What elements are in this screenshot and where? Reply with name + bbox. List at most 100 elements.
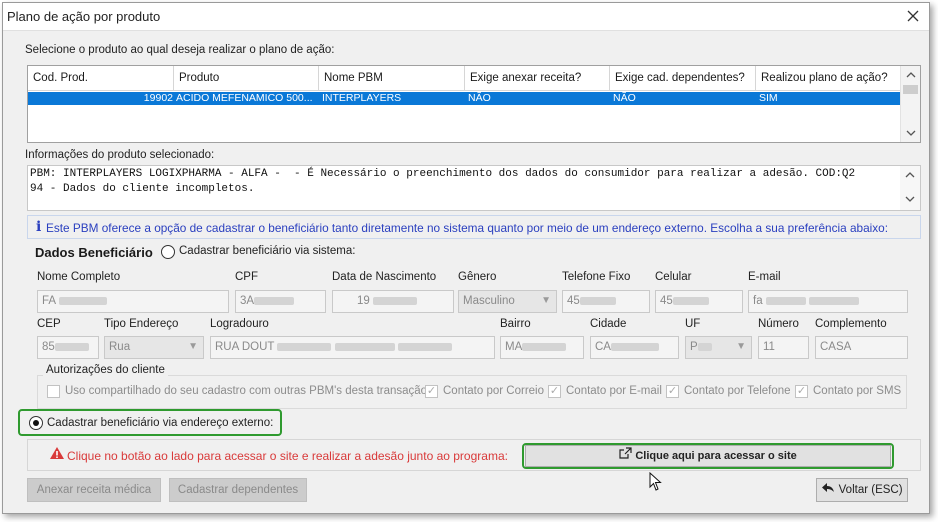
external-link-icon xyxy=(619,446,632,466)
label-nascimento: Data de Nascimento xyxy=(332,271,437,283)
table-row[interactable]: 19902 ACIDO MEFENAMICO 500... INTERPLAYE… xyxy=(28,92,900,105)
redacted-mark xyxy=(277,342,332,351)
chevron-down-icon: ▼ xyxy=(188,341,198,352)
chevron-up-icon[interactable] xyxy=(900,166,920,184)
nascimento-field[interactable]: 19 xyxy=(332,290,454,313)
chevron-up-icon[interactable] xyxy=(901,66,921,84)
label-email: E-mail xyxy=(748,271,781,283)
select-product-label: Selecione o produto ao qual deseja reali… xyxy=(25,44,335,56)
label-complemento: Complemento xyxy=(815,318,887,330)
telefone-field[interactable]: 45 xyxy=(562,290,650,313)
cidade-field[interactable]: CA xyxy=(590,336,679,359)
pbm-hint: i Este PBM oferece a opção de cadastrar … xyxy=(27,215,921,239)
chevron-down-icon[interactable] xyxy=(901,124,921,142)
label-bairro: Bairro xyxy=(500,318,531,330)
numero-field[interactable]: 11 xyxy=(758,336,809,359)
product-info-box[interactable]: PBM: INTERPLAYERS LOGIXPHARMA - ALFA - -… xyxy=(27,165,921,211)
scroll-thumb[interactable] xyxy=(903,85,918,94)
label-telefone: Telefone Fixo xyxy=(562,271,631,283)
complemento-field[interactable]: CASA xyxy=(815,336,908,359)
redacted-mark xyxy=(373,296,417,305)
contato-correio-checkbox[interactable]: ✓ xyxy=(425,385,438,398)
header-produto[interactable]: Produto xyxy=(174,66,319,91)
acessar-site-label: Clique aqui para acessar o site xyxy=(635,450,797,462)
anexar-receita-button[interactable]: Anexar receita médica xyxy=(27,478,161,502)
email-value: fa xyxy=(753,295,763,307)
cell-cod-prod: 19902 xyxy=(143,92,173,104)
genero-select[interactable]: Masculino ▼ xyxy=(458,290,557,313)
info-text: PBM: INTERPLAYERS LOGIXPHARMA - ALFA - -… xyxy=(30,167,855,197)
products-table: Cod. Prod. Produto Nome PBM Exige anexar… xyxy=(27,65,921,143)
cidade-value: CA xyxy=(595,341,611,353)
close-icon[interactable] xyxy=(903,6,923,26)
contato-sms-label: Contato por SMS xyxy=(813,385,902,397)
cpf-value: 3A xyxy=(240,295,255,307)
radio-via-sistema[interactable] xyxy=(161,245,175,259)
contato-email-checkbox[interactable]: ✓ xyxy=(548,385,561,398)
autorizacoes-title: Autorizações do cliente xyxy=(43,364,168,376)
redacted-mark xyxy=(334,342,395,351)
beneficiario-title: Dados Beneficiário xyxy=(35,245,153,260)
title-bar: Plano de ação por produto xyxy=(3,3,929,31)
header-exige-receita[interactable]: Exige anexar receita? xyxy=(465,66,610,91)
uso-compartilhado-label: Uso compartilhado do seu cadastro com ou… xyxy=(65,385,431,397)
logradouro-field[interactable]: RUA DOUT xyxy=(210,336,495,359)
redacted-mark xyxy=(579,296,616,305)
redacted-mark xyxy=(522,342,567,351)
chevron-down-icon[interactable] xyxy=(900,190,920,208)
nome-field[interactable]: FA xyxy=(37,290,229,313)
info-scrollbar[interactable] xyxy=(900,166,920,210)
cep-field[interactable]: 85 xyxy=(37,336,99,359)
info-icon: i xyxy=(36,219,42,235)
label-celular: Celular xyxy=(655,271,692,283)
contato-telefone-label: Contato por Telefone xyxy=(684,385,791,397)
bairro-field[interactable]: MA xyxy=(500,336,584,359)
warning-text: Clique no botão ao lado para acessar o s… xyxy=(67,449,508,463)
label-nome: Nome Completo xyxy=(37,271,121,283)
header-exige-dependentes[interactable]: Exige cad. dependentes? xyxy=(610,66,756,91)
info-label: Informações do produto selecionado: xyxy=(25,149,215,161)
voltar-button[interactable]: Voltar (ESC) xyxy=(816,478,908,502)
redacted-mark xyxy=(58,296,107,305)
redacted-mark xyxy=(54,342,89,351)
genero-value: Masculino xyxy=(463,295,515,307)
chevron-down-icon: ▼ xyxy=(736,341,746,352)
info-line-2: 94 - Dados do cliente incompletos. xyxy=(30,183,255,195)
nome-value: FA xyxy=(42,295,56,307)
radio-via-externo[interactable] xyxy=(29,416,43,430)
celular-field[interactable]: 45 xyxy=(655,290,743,313)
cpf-field[interactable]: 3A xyxy=(235,290,326,313)
email-field[interactable]: fa xyxy=(748,290,908,313)
uf-select[interactable]: P ▼ xyxy=(685,336,752,359)
header-nome-pbm[interactable]: Nome PBM xyxy=(319,66,465,91)
tipo-endereco-select[interactable]: Rua ▼ xyxy=(104,336,204,359)
cell-exige-receita: NÃO xyxy=(468,92,491,104)
redacted-mark xyxy=(765,296,806,305)
acessar-site-button[interactable]: Clique aqui para acessar o site xyxy=(525,445,891,467)
table-scrollbar[interactable] xyxy=(900,66,920,142)
uso-compartilhado-checkbox[interactable] xyxy=(47,385,60,398)
back-arrow-icon xyxy=(821,479,835,501)
contato-telefone-checkbox[interactable]: ✓ xyxy=(666,385,679,398)
label-cidade: Cidade xyxy=(590,318,627,330)
radio-via-externo-label: Cadastrar beneficiário via endereço exte… xyxy=(47,417,274,429)
redacted-mark xyxy=(397,342,452,351)
cell-exige-dependentes: NÃO xyxy=(613,92,636,104)
redacted-mark xyxy=(254,296,295,305)
radio-via-sistema-label: Cadastrar beneficiário via sistema: xyxy=(179,245,356,257)
hint-text: Este PBM oferece a opção de cadastrar o … xyxy=(46,221,889,235)
numero-value: 11 xyxy=(763,341,775,353)
cell-produto: ACIDO MEFENAMICO 500... xyxy=(176,92,313,104)
logradouro-value: RUA DOUT xyxy=(215,341,275,353)
telefone-value: 45 xyxy=(567,295,580,307)
uf-value: P xyxy=(690,341,698,353)
cadastrar-dependentes-button[interactable]: Cadastrar dependentes xyxy=(169,478,307,502)
header-cod-prod[interactable]: Cod. Prod. xyxy=(28,66,174,91)
window-title: Plano de ação por produto xyxy=(7,9,161,24)
table-header: Cod. Prod. Produto Nome PBM Exige anexar… xyxy=(28,66,900,91)
contato-sms-checkbox[interactable]: ✓ xyxy=(795,385,808,398)
label-numero: Número xyxy=(758,318,799,330)
label-tipo-endereco: Tipo Endereço xyxy=(104,318,179,330)
redacted-mark xyxy=(672,296,709,305)
header-realizou-plano[interactable]: Realizou plano de ação? xyxy=(756,66,900,91)
